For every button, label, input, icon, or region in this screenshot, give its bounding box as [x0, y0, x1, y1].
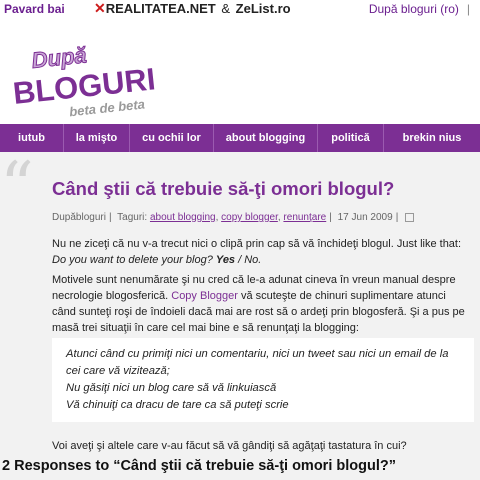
site-header: După BLOGURI beta de beta: [0, 20, 480, 125]
partner-link-zelist[interactable]: ZeList.ro: [236, 1, 291, 16]
nav-item-la-misto[interactable]: la mişto: [64, 124, 130, 152]
responses-heading: 2 Responses to “Când ştii că trebuie să-…: [2, 458, 396, 474]
partner-links: ✕REALITATEA.NET & ZeList.ro: [94, 0, 291, 17]
site-link-ro[interactable]: După bloguri (ro): [369, 2, 459, 16]
post-area: “ Când ştii că trebuie să-ţi omori blogu…: [0, 152, 480, 480]
post-date: 17 Jun 2009: [337, 212, 393, 223]
p1-end: / No.: [235, 254, 262, 266]
quote-line-3: Vă chinuiţi ca dracu de tare ca să puteţ…: [66, 399, 289, 411]
post-title[interactable]: Când ştii că trebuie să-ţi omori blogul?: [52, 178, 472, 200]
quote-line-2: Nu găsiţi nici un blog care să vă linkui…: [66, 382, 277, 394]
quote-mark-icon: “: [0, 148, 34, 225]
ampersand: &: [221, 1, 231, 16]
p1-text: Nu ne ziceţi că nu v-a trecut nici o cli…: [52, 238, 462, 250]
language-link: După bloguri (ro) |: [369, 2, 470, 16]
comment-icon[interactable]: [405, 212, 415, 222]
p1-bold: Yes: [215, 254, 236, 266]
copy-blogger-link[interactable]: Copy Blogger: [171, 290, 238, 302]
tag-link-about-blogging[interactable]: about blogging: [150, 212, 216, 223]
realitatea-logo-icon: ✕: [94, 0, 106, 16]
post-paragraph-3: Voi aveţi şi altele care v-au făcut să v…: [52, 440, 407, 452]
main-nav: iutub la mişto cu ochii lor about bloggi…: [0, 124, 480, 152]
post-author[interactable]: Dupăbloguri: [52, 212, 106, 223]
nav-item-brekin-nius[interactable]: brekin nius: [384, 124, 480, 152]
post-meta: Dupăbloguri | Taguri: about blogging, cop…: [52, 212, 472, 223]
site-logo[interactable]: După BLOGURI beta de beta: [10, 34, 170, 124]
partner-link-pavard[interactable]: Pavard bai: [4, 2, 65, 16]
tag-link-copy-blogger[interactable]: copy blogger: [221, 212, 278, 223]
nav-item-politica[interactable]: politică: [318, 124, 384, 152]
tag-link-renuntare[interactable]: renunţare: [283, 212, 326, 223]
post-paragraph-2: Motivele sunt nenumărate şi nu cred că l…: [52, 272, 468, 336]
blockquote: Atunci când cu primiţi nici un comentari…: [52, 338, 474, 422]
partner-link-realitatea[interactable]: REALITATEA.NET: [106, 1, 216, 16]
p1-italic: Do you want to delete your blog?: [52, 254, 216, 266]
top-right-separator: |: [466, 2, 470, 16]
tags-label: Taguri:: [117, 212, 148, 223]
top-bar: Pavard bai ✕REALITATEA.NET & ZeList.ro D…: [0, 0, 480, 20]
nav-item-cu-ochii-lor[interactable]: cu ochii lor: [130, 124, 214, 152]
nav-item-about-blogging[interactable]: about blogging: [214, 124, 318, 152]
quote-line-1: Atunci când cu primiţi nici un comentari…: [66, 348, 449, 377]
post-paragraph-1: Nu ne ziceţi că nu v-a trecut nici o cli…: [52, 236, 468, 268]
